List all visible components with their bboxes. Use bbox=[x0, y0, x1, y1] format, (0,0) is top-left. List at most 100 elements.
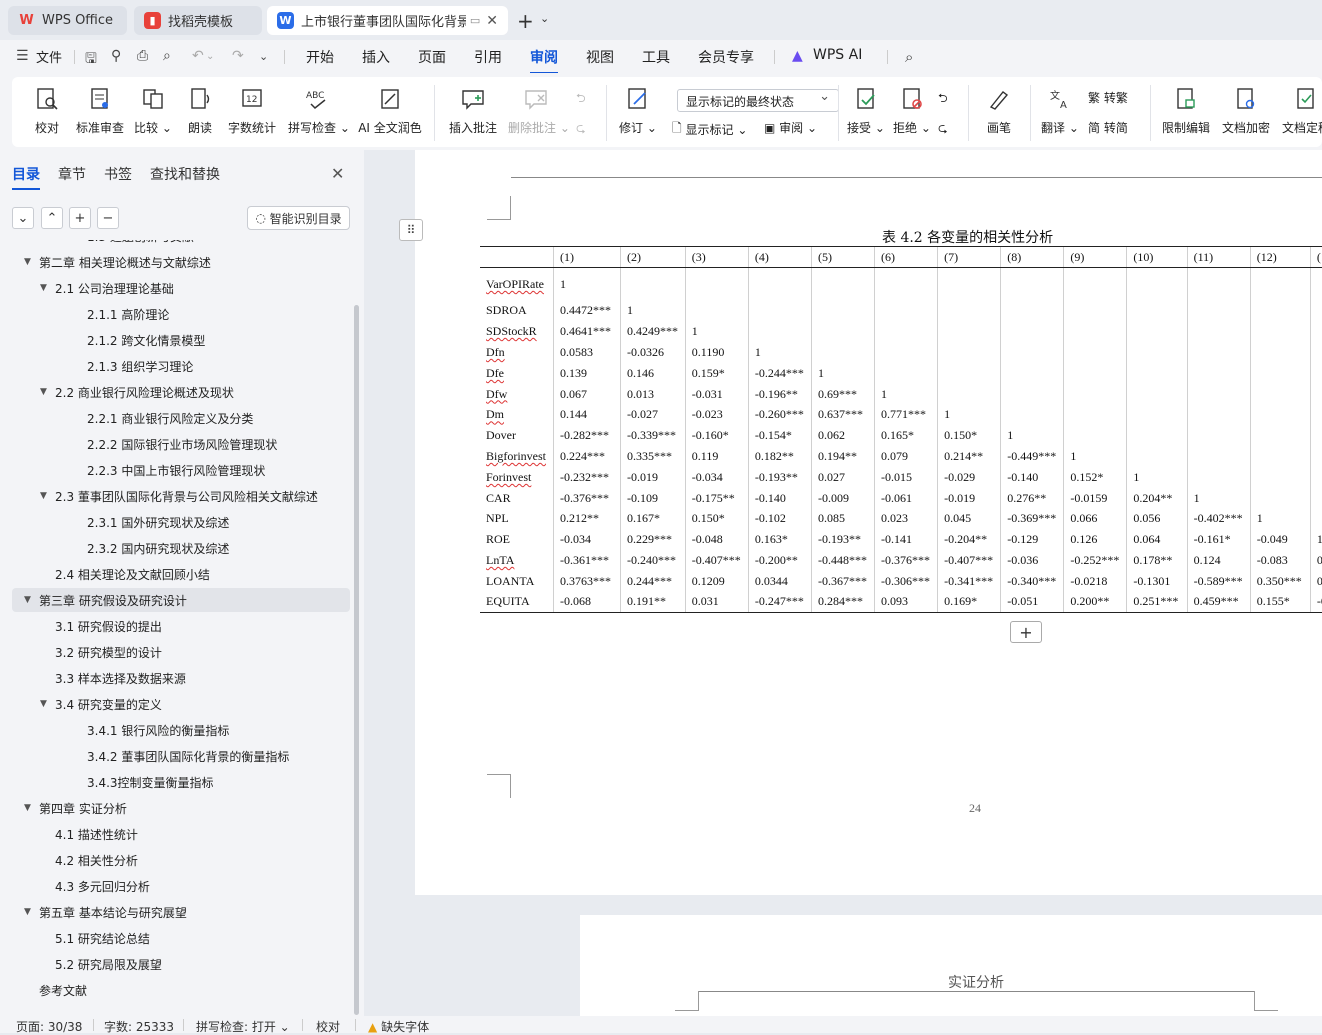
table-cell[interactable] bbox=[1249, 487, 1311, 509]
table-cell[interactable]: 1 bbox=[1063, 446, 1127, 467]
table-cell[interactable] bbox=[1186, 342, 1251, 363]
table-cell[interactable]: 0.182** bbox=[747, 446, 812, 467]
table-cell[interactable]: -0.240*** bbox=[619, 550, 686, 571]
table-cell[interactable] bbox=[1186, 466, 1251, 488]
column-header[interactable]: (7) bbox=[937, 246, 1001, 268]
table-cell[interactable]: 0.146 bbox=[619, 362, 686, 384]
toc-scrollbar[interactable] bbox=[354, 305, 359, 1015]
row-label-cell[interactable]: LnTA bbox=[480, 550, 553, 571]
table-cell[interactable] bbox=[937, 383, 1001, 405]
compare-button[interactable]: 比较 ⌄ bbox=[134, 85, 172, 136]
finalize-button[interactable]: 文档定稿 bbox=[1280, 85, 1322, 136]
table-cell[interactable]: -0.140 bbox=[747, 487, 812, 509]
table-cell[interactable] bbox=[1249, 425, 1311, 447]
accept-button[interactable]: 接受 ⌄ bbox=[846, 85, 886, 136]
table-cell[interactable]: 0.159* bbox=[684, 362, 749, 384]
table-cell[interactable] bbox=[1186, 404, 1251, 426]
table-cell[interactable] bbox=[874, 321, 938, 343]
table-cell[interactable] bbox=[1063, 425, 1127, 447]
toc-item[interactable]: 2.3.1 国外研究现状及综述 bbox=[12, 510, 350, 534]
table-cell[interactable]: 0.4472*** bbox=[552, 300, 621, 322]
table-cell[interactable]: 0.0583 bbox=[552, 342, 621, 363]
table-cell[interactable]: 1 bbox=[874, 383, 938, 405]
table-cell[interactable] bbox=[810, 267, 875, 301]
table-cell[interactable]: 0.013 bbox=[619, 383, 686, 405]
table-cell[interactable]: -0.049 bbox=[1249, 529, 1311, 551]
table-cell[interactable]: 1 bbox=[552, 267, 621, 301]
table-cell[interactable]: 0.4249*** bbox=[619, 321, 686, 343]
table-cell[interactable] bbox=[1186, 383, 1251, 405]
spell-check-button[interactable]: ABC 拼写检查 ⌄ bbox=[288, 85, 350, 136]
expand-arrow-icon[interactable]: ▼ bbox=[40, 387, 52, 397]
table-cell[interactable] bbox=[747, 321, 812, 343]
table-cell[interactable]: -0.367*** bbox=[810, 570, 875, 592]
table-cell[interactable]: -0.339*** bbox=[619, 425, 686, 447]
table-cell[interactable] bbox=[1063, 362, 1127, 384]
table-cell[interactable]: -0.407*** bbox=[684, 550, 749, 571]
table-cell[interactable]: 0.200** bbox=[1063, 591, 1127, 613]
expand-up-button[interactable]: ⌃ bbox=[41, 207, 63, 229]
add-heading-button[interactable]: + bbox=[69, 207, 91, 229]
table-cell[interactable] bbox=[1063, 404, 1127, 426]
table-cell[interactable]: -0.260*** bbox=[747, 404, 812, 426]
table-cell[interactable] bbox=[1249, 321, 1311, 343]
table-cell[interactable]: 0.284*** bbox=[810, 591, 875, 613]
next-comment-icon[interactable]: ⮎ bbox=[576, 119, 586, 140]
toc-item[interactable]: 3.4.2 董事团队国际化背景的衡量指标 bbox=[12, 744, 350, 768]
table-cell[interactable] bbox=[1309, 267, 1322, 301]
table-cell[interactable]: 0.1209 bbox=[684, 570, 749, 592]
toc-item[interactable]: ▼ 第二章 相关理论概述与文献综述 bbox=[12, 250, 350, 274]
table-cell[interactable]: 0.119 bbox=[684, 446, 749, 467]
toc-item[interactable]: 5.2 研究局限及展望 bbox=[12, 952, 350, 976]
menu-tools[interactable]: 工具 bbox=[642, 47, 670, 67]
table-cell[interactable]: 0.3763*** bbox=[552, 570, 621, 592]
table-cell[interactable] bbox=[1249, 466, 1311, 488]
tab-wps-office[interactable]: W WPS Office bbox=[8, 6, 127, 35]
table-cell[interactable]: 0.212** bbox=[552, 508, 621, 530]
page-indicator[interactable]: 页面: 30/38 bbox=[16, 1018, 82, 1035]
table-cell[interactable]: -0.175** bbox=[684, 487, 749, 509]
table-cell[interactable] bbox=[1309, 342, 1322, 363]
table-cell[interactable]: -0.247*** bbox=[747, 591, 812, 613]
hamburger-icon[interactable]: ☰ bbox=[16, 48, 29, 64]
column-header[interactable] bbox=[480, 246, 554, 268]
table-cell[interactable]: 0.169* bbox=[937, 591, 1001, 613]
print-preview-icon[interactable]: ⌕ bbox=[163, 48, 171, 64]
row-label-cell[interactable]: ROE bbox=[480, 529, 553, 550]
table-cell[interactable] bbox=[1186, 300, 1251, 322]
toc-item[interactable]: 2.1.2 跨文化情景模型 bbox=[12, 328, 350, 352]
table-cell[interactable]: -0.068 bbox=[552, 591, 621, 613]
spell-check-status[interactable]: 拼写检查: 打开 ⌄ bbox=[196, 1018, 290, 1035]
expand-arrow-icon[interactable]: ▼ bbox=[40, 283, 52, 293]
table-cell[interactable]: 0.150* bbox=[684, 508, 749, 530]
table-cell[interactable] bbox=[1063, 342, 1127, 363]
save-icon[interactable]: 🖫 bbox=[85, 48, 97, 72]
table-cell[interactable]: -0.407*** bbox=[937, 550, 1001, 571]
table-cell[interactable]: 0.1190 bbox=[684, 342, 749, 363]
table-cell[interactable]: 0.229*** bbox=[619, 529, 686, 551]
table-cell[interactable] bbox=[1309, 362, 1322, 384]
menu-review[interactable]: 审阅 bbox=[530, 47, 558, 74]
table-cell[interactable]: -0.0218 bbox=[1063, 570, 1127, 592]
table-cell[interactable]: -0.0159 bbox=[1063, 487, 1127, 509]
table-cell[interactable] bbox=[1309, 446, 1322, 467]
search-icon[interactable]: ⌕ bbox=[905, 48, 913, 66]
table-cell[interactable] bbox=[1309, 508, 1322, 530]
table-cell[interactable] bbox=[1000, 300, 1064, 322]
table-cell[interactable] bbox=[937, 321, 1001, 343]
table-cell[interactable]: -0 bbox=[1309, 591, 1322, 613]
table-cell[interactable] bbox=[1126, 362, 1188, 384]
table-cell[interactable]: 1 bbox=[1249, 508, 1311, 530]
table-cell[interactable]: 0.69*** bbox=[810, 383, 875, 405]
column-header[interactable]: (12) bbox=[1249, 246, 1311, 268]
row-label-cell[interactable]: Dover bbox=[480, 425, 553, 446]
word-count-button[interactable]: 12 字数统计 bbox=[226, 85, 278, 136]
table-cell[interactable]: -0.160* bbox=[684, 425, 749, 447]
table-cell[interactable]: 0.093 bbox=[874, 591, 938, 613]
table-cell[interactable]: -0.019 bbox=[937, 487, 1001, 509]
table-cell[interactable]: 0.251*** bbox=[1126, 591, 1188, 613]
toc-item[interactable]: 参考文献 bbox=[12, 978, 350, 1002]
to-simplified-button[interactable]: 简 转简 bbox=[1088, 119, 1128, 136]
table-cell[interactable] bbox=[1309, 383, 1322, 405]
table-cell[interactable] bbox=[874, 362, 938, 384]
